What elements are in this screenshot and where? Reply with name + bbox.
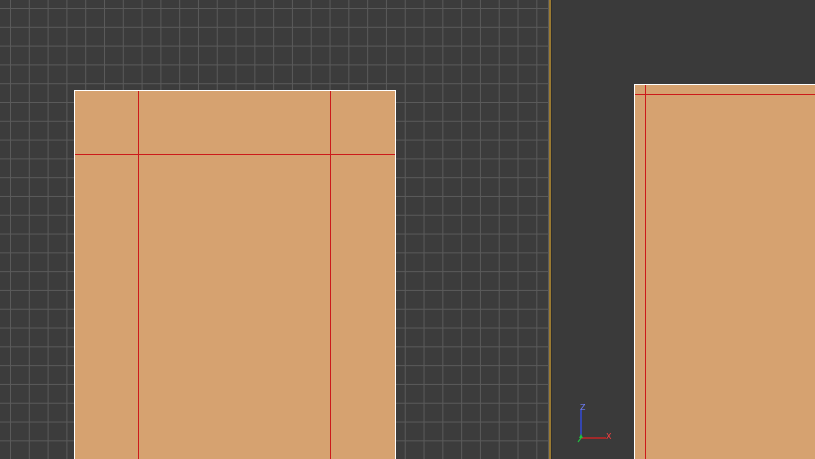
axis-x-label: X [606, 432, 612, 441]
horizontal-edge-side[interactable] [635, 94, 815, 95]
mesh-object-front[interactable] [74, 90, 396, 459]
horizontal-edge-top[interactable] [75, 154, 395, 155]
modeling-workspace: Z X [0, 0, 815, 459]
axis-z-label: Z [580, 403, 586, 412]
vertical-edge-right[interactable] [330, 91, 331, 459]
axis-gizmo-icon: Z X [577, 403, 612, 443]
viewport-front[interactable] [0, 0, 548, 459]
vertical-edge-left[interactable] [138, 91, 139, 459]
axis-gizmo: Z X [576, 402, 616, 444]
vertical-edge-side[interactable] [645, 85, 646, 459]
mesh-object-side[interactable] [634, 84, 815, 459]
viewport-side[interactable]: Z X [552, 0, 815, 459]
